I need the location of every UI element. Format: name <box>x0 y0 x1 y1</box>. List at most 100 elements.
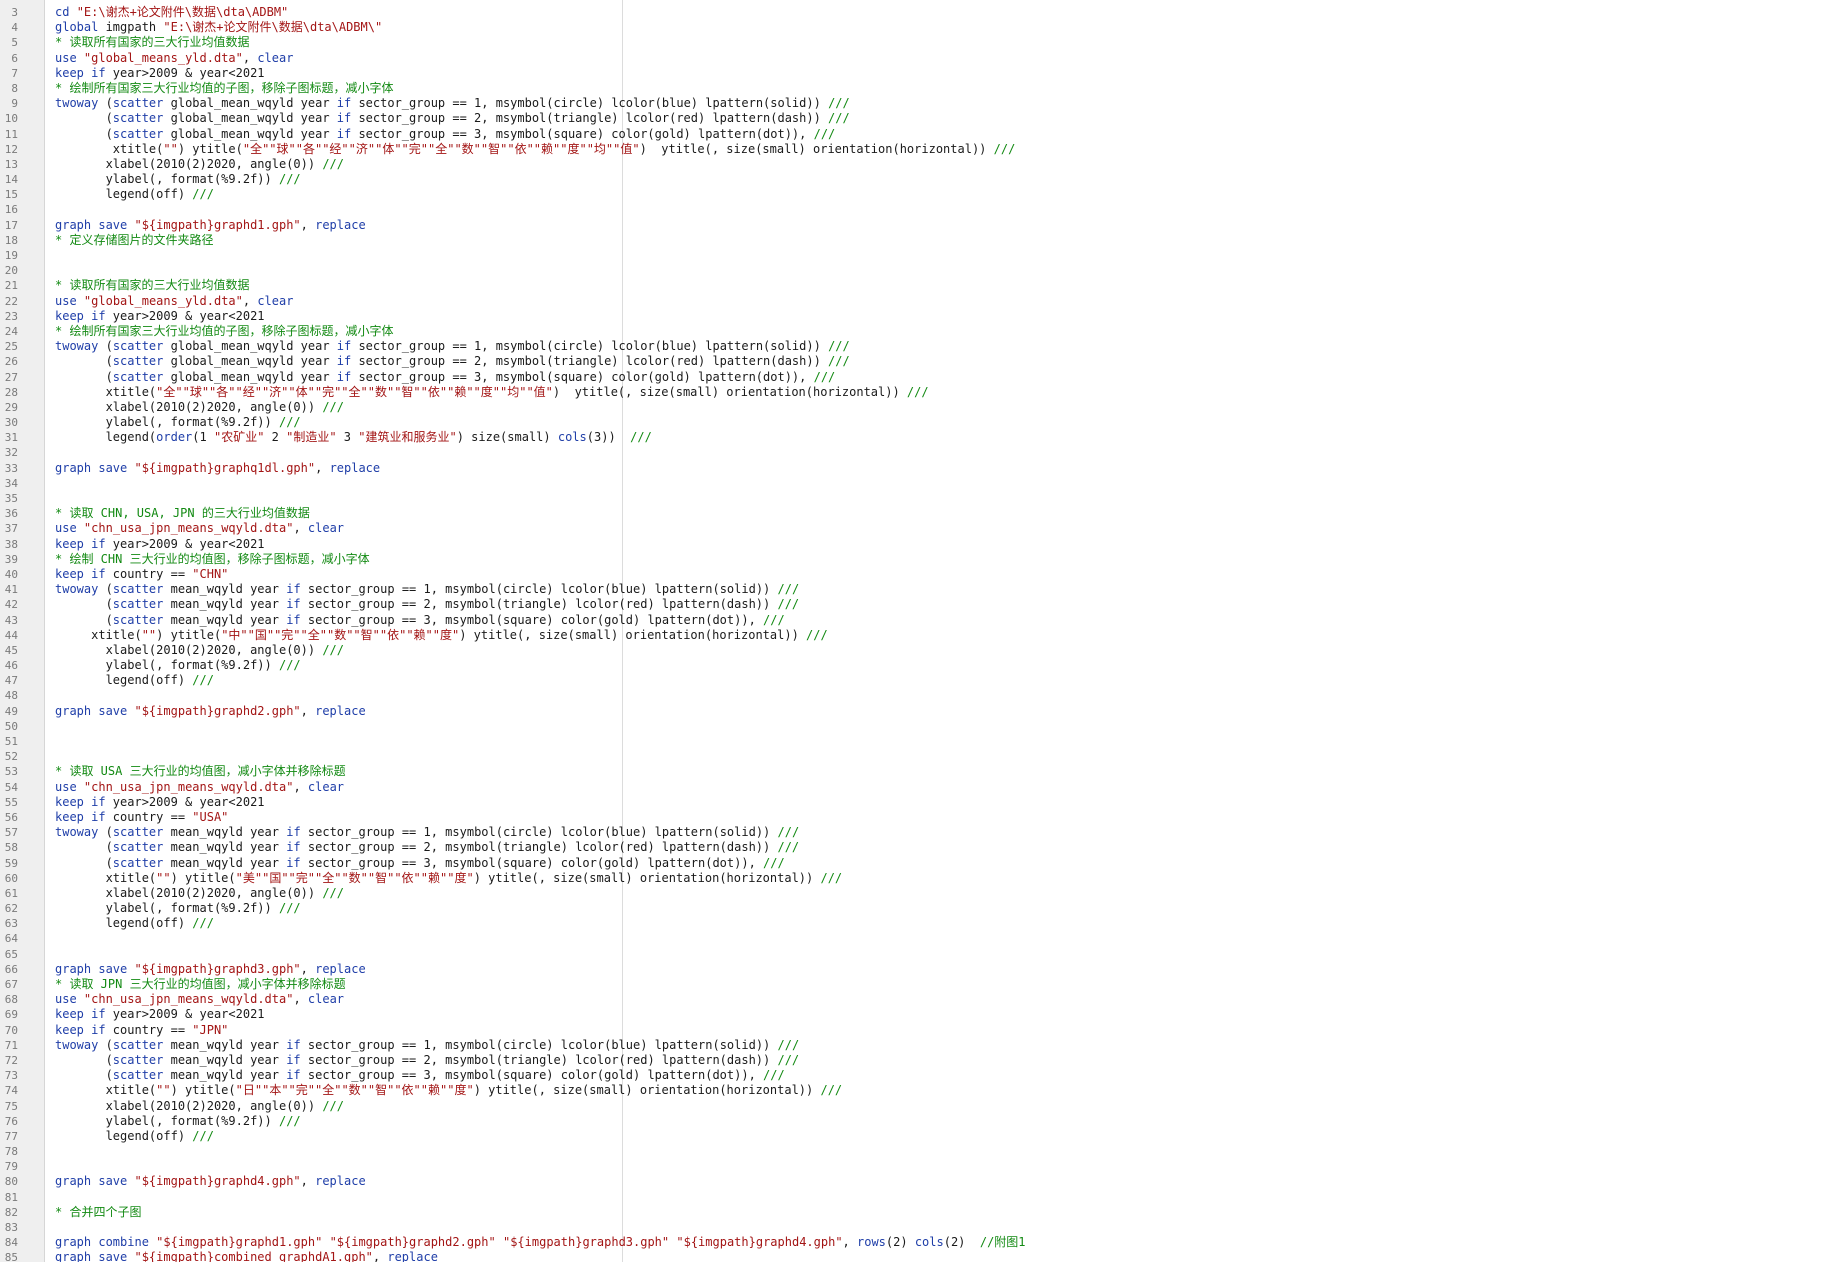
code-string: "${imgpath}graphd3.gph" <box>134 961 301 976</box>
code-comment: /// <box>322 1098 344 1113</box>
line-number: 34 <box>4 476 18 490</box>
code-text: ylabel(, format(%9.2f)) <box>55 415 279 430</box>
code-comment: /// <box>192 673 214 688</box>
code-text: , <box>842 1235 857 1250</box>
code-keyword: scatter <box>112 1052 164 1067</box>
code-text: ( <box>55 597 113 612</box>
code-comment: /// <box>813 369 836 384</box>
code-comment: * 合并四个子图 <box>55 1204 142 1219</box>
line-number: 64 <box>4 932 18 946</box>
code-string: "美""国""完""全""数""智""依""赖""度" <box>235 870 474 885</box>
code-text: mean_wqyld year <box>163 840 287 855</box>
code-keyword: if <box>286 582 301 597</box>
code-text: , <box>242 50 258 65</box>
code-content: graph save "${imgpath}graphd1.gph", repl… <box>55 218 366 233</box>
code-string: "global_means_yld.dta" <box>83 293 243 308</box>
line-number: 19 <box>4 249 18 262</box>
code-content: * 读取 CHN, USA, JPN 的三大行业均值数据 <box>55 506 310 521</box>
code-comment: /// <box>828 96 850 111</box>
code-text: ) ytitle( <box>170 1083 236 1098</box>
line-number: 26 <box>4 355 18 369</box>
code-comment: /// <box>192 1128 214 1143</box>
code-text: sector_group == 3, msymbol(square) color… <box>300 612 764 627</box>
code-text: ( <box>55 111 113 126</box>
code-content: ylabel(, format(%9.2f)) /// <box>55 415 301 430</box>
line-number: 42 <box>4 598 18 612</box>
code-text: , <box>300 703 316 718</box>
code-comment: /// <box>777 582 800 597</box>
code-content: xlabel(2010(2)2020, angle(0)) /// <box>55 643 344 658</box>
code-content: (scatter mean_wqyld year if sector_group… <box>55 840 800 855</box>
code-text: ( <box>98 582 113 597</box>
code-string: "chn_usa_jpn_means_wqyld.dta" <box>83 521 294 536</box>
line-number: 69 <box>4 1008 18 1022</box>
line-number: 40 <box>4 567 18 581</box>
code-text: year>2009 & year<2021 <box>105 794 265 809</box>
code-string: "chn_usa_jpn_means_wqyld.dta" <box>83 992 294 1007</box>
do-file-editor[interactable]: 3 cd "E:\谢杰+论文附件\数据\dta\ADBM" 4 global imgp… <box>0 0 1826 1262</box>
line-number: 71 <box>4 1038 18 1052</box>
code-keyword: keep if <box>55 809 106 824</box>
code-content: graph save "${imgpath}combined_graphdA1.… <box>55 1250 438 1262</box>
code-text: sector_group == 2, msymbol(triangle) lco… <box>300 597 778 612</box>
line-number: 55 <box>4 795 18 809</box>
code-string: "${imgpath}graphd3.gph" <box>502 1235 670 1250</box>
code-content: xtitle("") ytitle("中""国""完""全""数""智""依""… <box>55 628 828 643</box>
code-text: sector_group == 1, msymbol(circle) lcolo… <box>300 582 778 597</box>
code-comment: /// <box>777 1037 800 1052</box>
code-text: ) ytitle(, size(small) orientation(horiz… <box>459 627 807 642</box>
code-comment: /// <box>322 642 344 657</box>
line-number: 77 <box>4 1129 18 1143</box>
code-text: xtitle( <box>55 870 157 885</box>
line-number: 43 <box>4 613 18 627</box>
code-content: * 定义存储图片的文件夹路径 <box>55 233 213 248</box>
code-text: , <box>300 1174 316 1189</box>
line-number: 84 <box>4 1236 18 1250</box>
code-text: sector_group == 3, msymbol(square) color… <box>351 126 814 141</box>
line-number: 11 <box>4 127 18 141</box>
code-text: ( <box>55 369 113 384</box>
code-comment: /// <box>278 415 301 430</box>
code-keyword: scatter <box>112 369 164 384</box>
code-keyword: scatter <box>112 855 164 870</box>
code-text: legend(off) <box>55 1128 193 1143</box>
code-comment: * 定义存储图片的文件夹路径 <box>55 232 214 247</box>
code-text: sector_group == 1, msymbol(circle) lcolo… <box>300 1037 778 1052</box>
line-number: 85 <box>4 1251 18 1262</box>
line-number: 45 <box>4 643 18 657</box>
line-number: 48 <box>4 689 18 703</box>
code-content: keep if year>2009 & year<2021 <box>55 309 265 324</box>
code-text: mean_wqyld year <box>163 825 287 840</box>
code-string: "CHN" <box>192 566 229 581</box>
code-comment: /// <box>763 1068 785 1083</box>
line-number: 20 <box>4 264 18 278</box>
code-text: country == <box>105 566 193 581</box>
code-keyword: keep if <box>55 794 106 809</box>
code-text: ylabel(, format(%9.2f)) <box>55 1113 279 1128</box>
code-content: ylabel(, format(%9.2f)) /// <box>55 172 301 187</box>
line-number: 16 <box>4 203 18 217</box>
code-text: xlabel(2010(2)2020, angle(0)) <box>55 156 323 171</box>
code-comment: //附图1 <box>979 1235 1026 1250</box>
line-number: 72 <box>4 1053 18 1067</box>
code-content: * 读取所有国家的三大行业均值数据 <box>55 35 249 50</box>
line-number: 46 <box>4 659 18 673</box>
line-number: 63 <box>4 917 18 931</box>
code-keyword: graph save <box>55 703 128 718</box>
code-content: keep if year>2009 & year<2021 <box>55 795 265 810</box>
code-comment: /// <box>777 825 800 840</box>
code-keyword: twoway <box>55 582 99 597</box>
code-keyword: global <box>55 20 99 35</box>
code-keyword: cd <box>55 5 70 19</box>
code-keyword: scatter <box>112 1037 164 1052</box>
code-comment: /// <box>322 885 344 900</box>
line-number: 50 <box>4 719 18 733</box>
line-number: 56 <box>4 810 18 824</box>
line-number: 28 <box>4 385 18 399</box>
code-content: twoway (scatter mean_wqyld year if secto… <box>55 1038 799 1053</box>
line-number: 10 <box>4 112 18 126</box>
code-keyword: scatter <box>112 111 164 126</box>
code-text: ( <box>98 96 113 111</box>
